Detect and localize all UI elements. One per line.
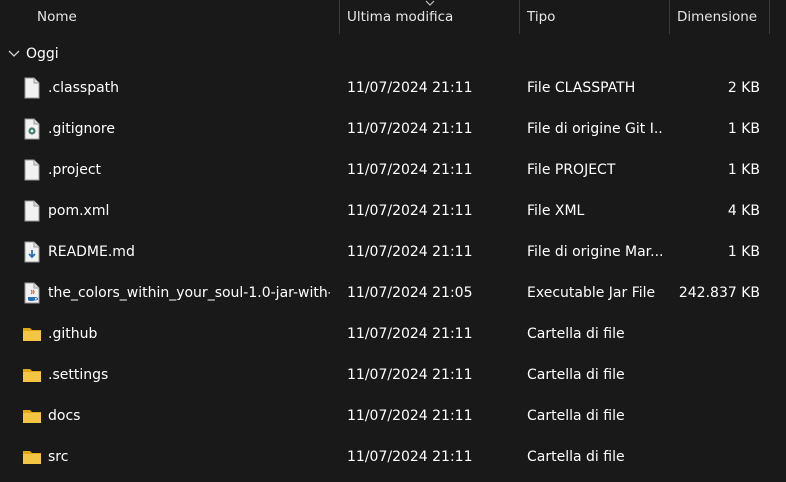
file-size xyxy=(670,355,760,396)
file-name: docs xyxy=(48,408,81,424)
file-type: Cartella di file xyxy=(527,449,625,465)
gear-file-icon xyxy=(22,118,42,140)
column-header-type[interactable]: Tipo xyxy=(527,0,555,34)
column-header-size[interactable]: Dimensione xyxy=(677,0,757,34)
file-size xyxy=(670,314,760,355)
file-explorer: Nome Ultima modifica Tipo Dimensione Ogg… xyxy=(0,0,786,482)
column-divider[interactable] xyxy=(669,0,670,34)
group-header-today[interactable]: Oggi xyxy=(0,39,786,69)
file-size: 1 KB xyxy=(727,121,760,137)
file-row[interactable]: .settings 11/07/2024 21:11 Cartella di fil… xyxy=(0,355,786,396)
blank-file-icon xyxy=(22,77,42,99)
column-divider[interactable] xyxy=(339,0,340,34)
file-name: src xyxy=(48,449,69,465)
markdown-file-icon xyxy=(22,241,42,263)
file-type: Cartella di file xyxy=(527,326,625,342)
file-modified-date: 11/07/2024 21:11 xyxy=(347,121,473,137)
file-type: File PROJECT xyxy=(527,162,616,178)
file-modified-date: 11/07/2024 21:11 xyxy=(347,80,473,96)
file-size: 2 KB xyxy=(727,80,760,96)
file-row[interactable]: .gitignore 11/07/2024 21:11 File di origin… xyxy=(0,109,786,150)
file-modified-date: 11/07/2024 21:11 xyxy=(347,326,473,342)
file-size: 1 KB xyxy=(727,162,760,178)
file-modified-date: 11/07/2024 21:11 xyxy=(347,449,473,465)
file-name: .classpath xyxy=(48,80,120,96)
blank-file-icon xyxy=(22,200,42,222)
group-label: Oggi xyxy=(26,46,59,62)
file-row[interactable]: .github 11/07/2024 21:11 Cartella di file xyxy=(0,314,786,355)
file-type: File CLASSPATH xyxy=(527,80,636,96)
file-type: Cartella di file xyxy=(527,367,625,383)
file-type: Executable Jar File xyxy=(527,285,656,301)
file-name: the_colors_within_your_soul-1.0-jar-with… xyxy=(48,285,330,301)
file-type: File XML xyxy=(527,203,585,219)
file-modified-date: 11/07/2024 21:11 xyxy=(347,203,473,219)
file-type: File di origine Git I... xyxy=(527,121,662,137)
file-size xyxy=(670,396,760,437)
file-name: README.md xyxy=(48,244,135,260)
file-modified-date: 11/07/2024 21:05 xyxy=(347,285,473,301)
file-size xyxy=(670,437,760,478)
file-name: .gitignore xyxy=(48,121,115,137)
file-size: 1 KB xyxy=(727,244,760,260)
folder-icon xyxy=(22,405,42,427)
file-name: .github xyxy=(48,326,98,342)
file-row[interactable]: docs 11/07/2024 21:11 Cartella di file xyxy=(0,396,786,437)
file-row[interactable]: pom.xml 11/07/2024 21:11 File XML 4 KB xyxy=(0,191,786,232)
file-name: .settings xyxy=(48,367,109,383)
file-type: Cartella di file xyxy=(527,408,625,424)
file-list: .classpath 11/07/2024 21:11 File CLASSPATH… xyxy=(0,68,786,478)
chevron-down-icon[interactable] xyxy=(8,49,20,59)
column-header-name[interactable]: Nome xyxy=(37,0,77,34)
folder-icon xyxy=(22,323,42,345)
file-modified-date: 11/07/2024 21:11 xyxy=(347,408,473,424)
file-size: 4 KB xyxy=(727,203,760,219)
file-row[interactable]: the_colors_within_your_soul-1.0-jar-with… xyxy=(0,273,786,314)
column-header-bar: Nome Ultima modifica Tipo Dimensione xyxy=(0,0,786,34)
file-row[interactable]: .project 11/07/2024 21:11 File PROJECT 1 KB xyxy=(0,150,786,191)
file-row[interactable]: .classpath 11/07/2024 21:11 File CLASSPATH… xyxy=(0,68,786,109)
file-row[interactable]: src 11/07/2024 21:11 Cartella di file xyxy=(0,437,786,478)
file-type: File di origine Mar... xyxy=(527,244,662,260)
column-divider[interactable] xyxy=(519,0,520,34)
blank-file-icon xyxy=(22,159,42,181)
folder-icon xyxy=(22,446,42,468)
file-name: pom.xml xyxy=(48,203,110,219)
java-jar-icon xyxy=(22,282,42,304)
file-name: .project xyxy=(48,162,102,178)
file-modified-date: 11/07/2024 21:11 xyxy=(347,162,473,178)
file-size: 242.837 KB xyxy=(678,285,760,301)
column-divider[interactable] xyxy=(769,0,770,34)
file-modified-date: 11/07/2024 21:11 xyxy=(347,244,473,260)
file-row[interactable]: README.md 11/07/2024 21:11 File di origine… xyxy=(0,232,786,273)
file-modified-date: 11/07/2024 21:11 xyxy=(347,367,473,383)
folder-icon xyxy=(22,364,42,386)
column-header-modified[interactable]: Ultima modifica xyxy=(347,0,453,34)
